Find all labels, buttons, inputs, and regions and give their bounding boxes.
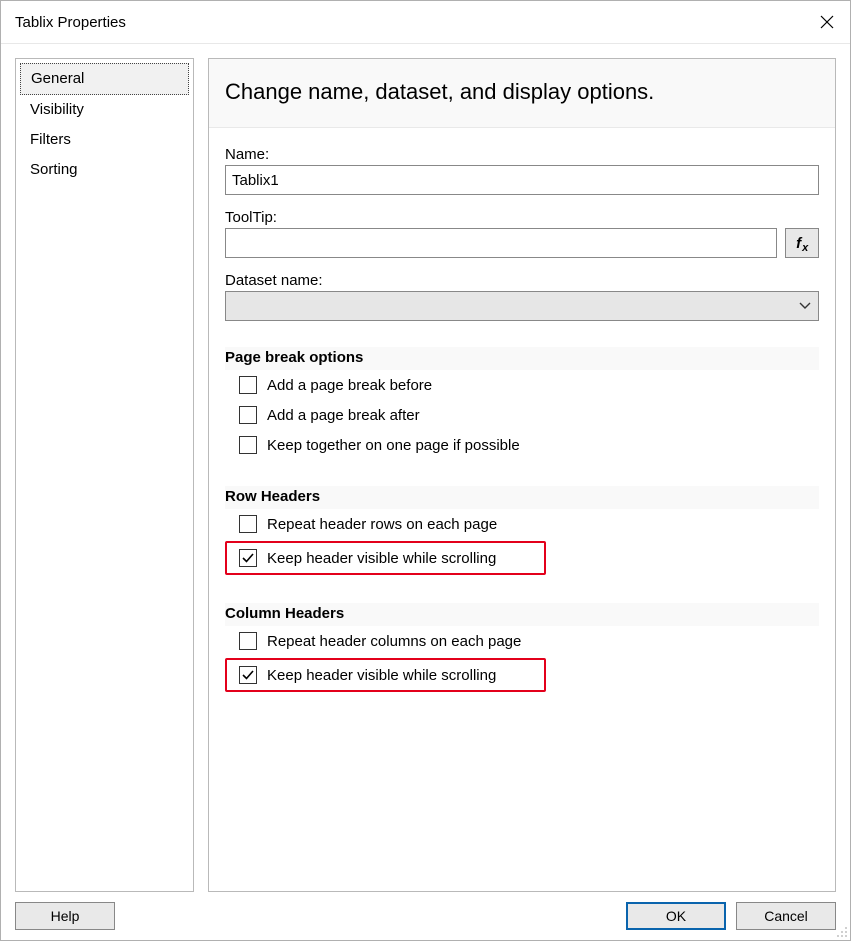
nav-item-sorting[interactable]: Sorting — [20, 155, 189, 185]
checkbox-add-break-before[interactable] — [239, 376, 257, 394]
close-icon — [820, 15, 834, 29]
checkbox-add-break-before-row[interactable]: Add a page break before — [225, 370, 819, 400]
checkbox-label: Repeat header columns on each page — [267, 633, 521, 650]
tablix-properties-dialog: Tablix Properties General Visibility Fil… — [0, 0, 851, 941]
dialog-footer: Help OK Cancel — [1, 892, 850, 940]
checkbox-label: Repeat header rows on each page — [267, 516, 497, 533]
dataset-label: Dataset name: — [225, 272, 819, 289]
checkbox-repeat-cols[interactable] — [239, 632, 257, 650]
checkbox-add-break-after-row[interactable]: Add a page break after — [225, 400, 819, 430]
dataset-select[interactable] — [225, 291, 819, 321]
section-page-break: Page break options — [225, 347, 819, 370]
checkbox-repeat-cols-row[interactable]: Repeat header columns on each page — [225, 626, 819, 656]
expression-button[interactable]: fx — [785, 228, 819, 258]
checkbox-col-keep-visible[interactable] — [239, 666, 257, 684]
nav-item-visibility[interactable]: Visibility — [20, 95, 189, 125]
checkbox-repeat-rows[interactable] — [239, 515, 257, 533]
checkbox-keep-together-row[interactable]: Keep together on one page if possible — [225, 430, 819, 460]
cancel-button[interactable]: Cancel — [736, 902, 836, 930]
checkbox-label: Keep header visible while scrolling — [267, 667, 496, 684]
nav-item-general[interactable]: General — [20, 63, 189, 95]
section-row-headers: Row Headers — [225, 486, 819, 509]
checkbox-row-keep-visible-row[interactable]: Keep header visible while scrolling — [239, 547, 496, 569]
tooltip-label: ToolTip: — [225, 209, 819, 226]
checkbox-keep-together[interactable] — [239, 436, 257, 454]
checkbox-label: Add a page break before — [267, 377, 432, 394]
highlight-col-keep-visible: Keep header visible while scrolling — [225, 658, 546, 692]
dialog-body: General Visibility Filters Sorting Chang… — [1, 44, 850, 892]
nav-panel: General Visibility Filters Sorting — [15, 58, 194, 892]
section-column-headers: Column Headers — [225, 603, 819, 626]
tooltip-input[interactable] — [225, 228, 777, 258]
checkbox-add-break-after[interactable] — [239, 406, 257, 424]
checkbox-label: Add a page break after — [267, 407, 420, 424]
fx-icon: fx — [796, 235, 808, 252]
close-button[interactable] — [804, 1, 850, 43]
window-title: Tablix Properties — [15, 14, 126, 31]
ok-button[interactable]: OK — [626, 902, 726, 930]
checkbox-repeat-rows-row[interactable]: Repeat header rows on each page — [225, 509, 819, 539]
nav-item-filters[interactable]: Filters — [20, 125, 189, 155]
checkbox-label: Keep header visible while scrolling — [267, 550, 496, 567]
checkbox-col-keep-visible-row[interactable]: Keep header visible while scrolling — [239, 664, 496, 686]
checkbox-row-keep-visible[interactable] — [239, 549, 257, 567]
name-label: Name: — [225, 146, 819, 163]
checkbox-label: Keep together on one page if possible — [267, 437, 520, 454]
name-input[interactable] — [225, 165, 819, 195]
highlight-row-keep-visible: Keep header visible while scrolling — [225, 541, 546, 575]
page-title: Change name, dataset, and display option… — [209, 59, 835, 128]
main-panel: Change name, dataset, and display option… — [208, 58, 836, 892]
main-body: Name: ToolTip: fx Dataset name: — [209, 128, 835, 891]
titlebar: Tablix Properties — [1, 1, 850, 44]
resize-grip-icon[interactable] — [834, 924, 848, 938]
help-button[interactable]: Help — [15, 902, 115, 930]
